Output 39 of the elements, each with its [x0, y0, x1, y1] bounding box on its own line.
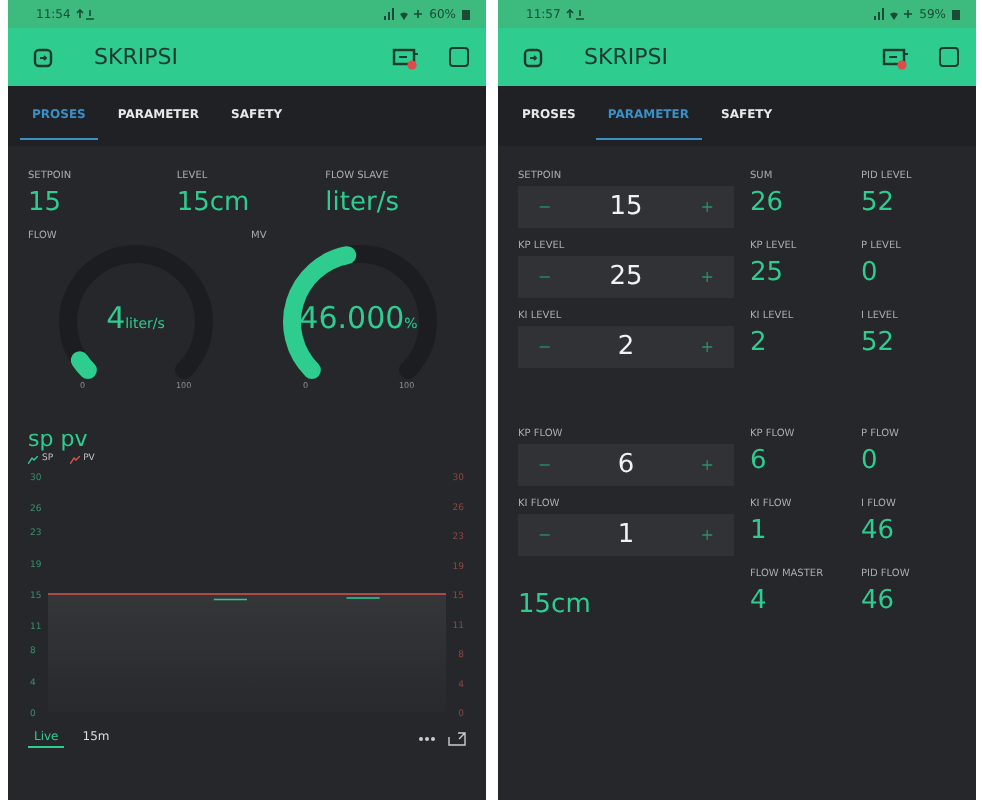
value-display: 4 [750, 586, 769, 616]
stepper-value: 2 [615, 332, 637, 362]
value-display: 15 [28, 188, 64, 218]
value-display: 15cm [518, 590, 593, 620]
value-display: 26 [750, 188, 786, 218]
value-display: liter/s [325, 188, 401, 218]
value-display: 15cm [176, 188, 252, 218]
gauge-fill [70, 351, 97, 380]
stepper-value: 15 [607, 192, 645, 222]
more-icon[interactable] [418, 735, 436, 741]
value-display: 0 [861, 446, 880, 476]
expand-icon[interactable] [448, 731, 466, 745]
square-icon[interactable] [448, 46, 470, 68]
device-icon[interactable] [32, 47, 54, 67]
value-display: 52 [861, 328, 897, 358]
square-icon[interactable] [938, 46, 960, 68]
battery-icon [462, 8, 470, 20]
value-display: 25 [750, 258, 786, 288]
battery-icon [952, 8, 960, 20]
upload-icon [76, 8, 97, 20]
signal-icon [383, 8, 424, 20]
stepper-value: 1 [615, 520, 637, 550]
upload-icon [566, 8, 587, 20]
device-icon[interactable] [882, 45, 910, 69]
app-title: SKRIPSI [94, 44, 180, 70]
value-display: 1 [750, 516, 769, 546]
device-icon[interactable] [392, 45, 420, 69]
device-icon[interactable] [522, 47, 544, 67]
app-title: SKRIPSI [584, 44, 670, 70]
value-display: 6 [750, 446, 769, 476]
signal-icon [873, 8, 914, 20]
value-display: 52 [861, 188, 897, 218]
stepper-value: 25 [607, 262, 645, 292]
value-display: 2 [750, 328, 769, 358]
value-display: 46 [861, 516, 897, 546]
stepper-value: 6 [615, 450, 637, 480]
chart-title: sp pv [28, 426, 90, 452]
value-display: 0 [861, 258, 880, 288]
value-display: 46 [861, 586, 897, 616]
